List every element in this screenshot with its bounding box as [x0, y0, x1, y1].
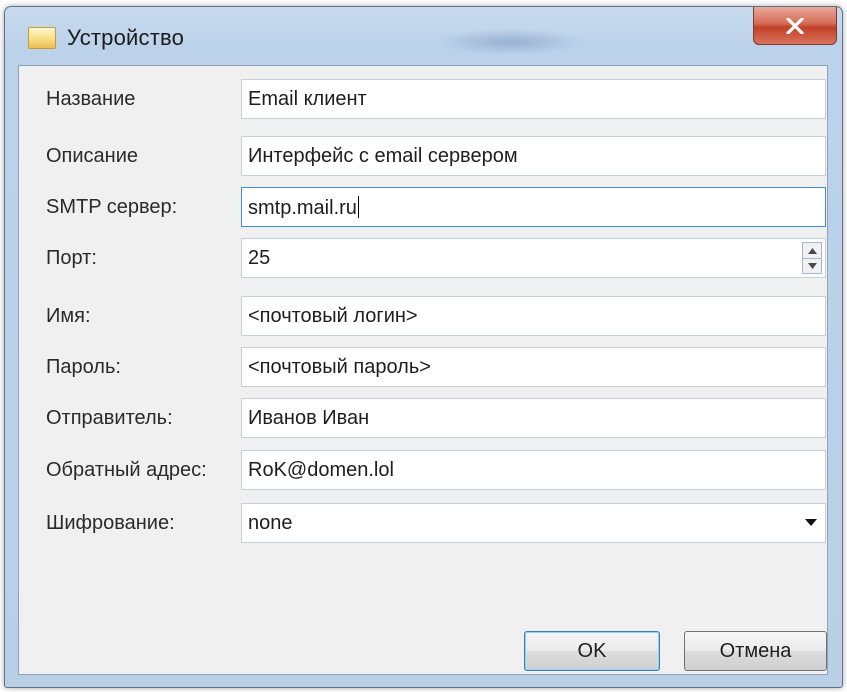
password-field[interactable]: <почтовый пароль> [241, 347, 826, 387]
title-bar-glow [435, 29, 585, 55]
form-row-encryption: Шифрование: none [19, 503, 827, 543]
window-title: Устройство [67, 25, 185, 50]
name-field[interactable]: Email клиент [241, 79, 826, 119]
password-value: <почтовый пароль> [248, 356, 431, 378]
port-value: 25 [248, 247, 271, 269]
description-label: Описание [46, 145, 139, 167]
dialog-body: Название Email клиент Описание Интерфейс… [18, 65, 828, 675]
sender-field[interactable]: Иванов Иван [241, 398, 826, 438]
port-label: Порт: [46, 247, 97, 269]
spin-down-button[interactable] [803, 258, 821, 273]
folder-icon [28, 27, 56, 49]
chevron-down-icon [805, 519, 817, 526]
text-caret [357, 196, 359, 218]
close-icon [786, 17, 804, 34]
form-row-description: Описание Интерфейс с email сервером [19, 136, 827, 176]
login-field[interactable]: <почтовый логин> [241, 296, 826, 336]
title-bar[interactable]: Устройство [5, 7, 842, 65]
description-field[interactable]: Интерфейс с email сервером [241, 136, 826, 176]
reply-address-field[interactable]: RoK@domen.lol [241, 450, 826, 490]
form-row-smtp: SMTP сервер: smtp.mail.ru [19, 187, 827, 227]
smtp-server-value: smtp.mail.ru [248, 197, 357, 219]
port-spinner [802, 242, 822, 274]
description-value: Интерфейс с email сервером [248, 145, 518, 167]
login-value: <почтовый логин> [248, 305, 418, 327]
dialog-window: Устройство Название Email клиент Описани… [4, 6, 843, 688]
password-label: Пароль: [46, 356, 121, 378]
form-row-name: Название Email клиент [19, 79, 827, 119]
spin-up-icon [807, 247, 817, 254]
name-value: Email клиент [248, 88, 367, 110]
name-label: Название [46, 88, 136, 110]
form-row-sender: Отправитель: Иванов Иван [19, 398, 827, 438]
cancel-button[interactable]: Отмена [684, 631, 827, 671]
spin-down-icon [807, 262, 817, 269]
reply-address-label: Обратный адрес: [46, 459, 207, 481]
form-row-login: Имя: <почтовый логин> [19, 296, 827, 336]
sender-value: Иванов Иван [248, 407, 370, 429]
sender-label: Отправитель: [46, 407, 173, 429]
form-row-reply-address: Обратный адрес: RoK@domen.lol [19, 450, 827, 490]
close-button[interactable] [753, 7, 837, 45]
smtp-server-label: SMTP сервер: [46, 196, 178, 218]
ok-button[interactable]: OK [524, 631, 660, 671]
reply-address-value: RoK@domen.lol [248, 459, 394, 481]
encryption-value: none [248, 512, 293, 534]
smtp-server-field[interactable]: smtp.mail.ru [241, 187, 826, 227]
spin-up-button[interactable] [803, 243, 821, 259]
form-row-port: Порт: 25 [19, 238, 827, 278]
encryption-select[interactable]: none [241, 503, 826, 543]
port-stepper[interactable]: 25 [241, 238, 826, 278]
form-row-password: Пароль: <почтовый пароль> [19, 347, 827, 387]
encryption-label: Шифрование: [46, 512, 175, 534]
login-label: Имя: [46, 305, 91, 327]
